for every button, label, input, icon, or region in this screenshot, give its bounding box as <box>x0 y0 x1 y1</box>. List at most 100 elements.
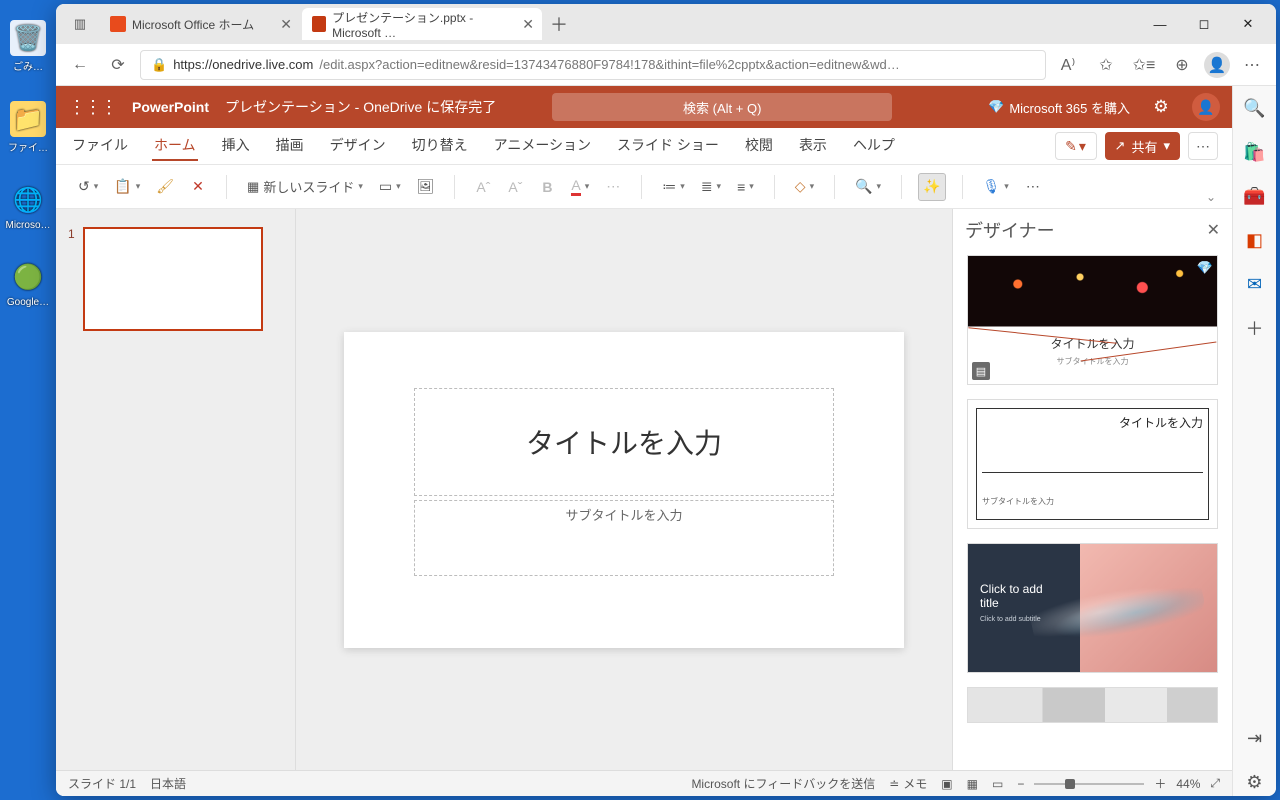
sidebar-tools-icon[interactable]: 🧰 <box>1241 182 1269 210</box>
zoom-level[interactable]: 44% <box>1176 777 1200 791</box>
tab-label: プレゼンテーション.pptx - Microsoft … <box>332 9 516 40</box>
desktop-icon-edge[interactable]: 🌐Microso… <box>7 182 49 231</box>
favorite-icon[interactable]: ✩ <box>1090 49 1122 81</box>
refresh-button[interactable]: ⟳ <box>102 49 134 81</box>
slide-canvas[interactable]: タイトルを入力 サブタイトルを入力 <box>296 209 952 770</box>
favorites-bar-icon[interactable]: ✩≡ <box>1128 49 1160 81</box>
normal-view-icon[interactable]: ▣ <box>941 777 952 791</box>
app-launcher-icon[interactable]: ⋮⋮⋮ <box>68 97 116 118</box>
sidebar-add-icon[interactable]: ＋ <box>1241 314 1269 342</box>
feedback-link[interactable]: Microsoft にフィードバックを送信 <box>691 775 875 792</box>
subtitle-placeholder[interactable]: サブタイトルを入力 <box>414 500 834 576</box>
slide[interactable]: タイトルを入力 サブタイトルを入力 <box>344 332 904 648</box>
desktop: 🗑️ごみ… 📁ファイ… 🌐Microso… 🟢Google… <box>0 0 56 800</box>
shapes-button[interactable]: ◇▾ <box>791 173 818 201</box>
back-button[interactable]: ← <box>64 49 96 81</box>
delete-button[interactable]: ✕ <box>186 173 210 201</box>
layout-button[interactable]: ▭▾ <box>375 173 405 201</box>
bold-button[interactable]: B <box>535 173 559 201</box>
close-designer-icon[interactable]: ✕ <box>1207 220 1220 240</box>
tab-slideshow[interactable]: スライド ショー <box>615 131 721 161</box>
read-aloud-icon[interactable]: A⁾ <box>1052 49 1084 81</box>
design-idea-2[interactable]: タイトルを入力 サブタイトルを入力 <box>967 399 1218 529</box>
slide-thumbnail-1[interactable] <box>83 227 263 331</box>
sidebar-shopping-icon[interactable]: 🛍️ <box>1241 138 1269 166</box>
sidebar-office-icon[interactable]: ◧ <box>1241 226 1269 254</box>
picture-button[interactable]: 🖼 <box>413 173 439 201</box>
share-button[interactable]: ↗ 共有 ▾ <box>1105 132 1180 160</box>
language-label[interactable]: 日本語 <box>150 775 186 792</box>
maximize-button[interactable]: ◻ <box>1182 8 1226 40</box>
search-field[interactable]: 検索 (Alt + Q) <box>552 93 892 121</box>
account-avatar[interactable]: 👤 <box>1192 93 1220 121</box>
numbering-button[interactable]: ≣▾ <box>697 173 725 201</box>
sidebar-settings-icon[interactable]: ⚙ <box>1241 768 1269 796</box>
url-field[interactable]: 🔒 https://onedrive.live.com/edit.aspx?ac… <box>140 50 1046 80</box>
design-idea-3[interactable]: 💎 Click to add title Click to add subtit… <box>967 543 1218 673</box>
paste-button[interactable]: 📋▾ <box>110 173 144 201</box>
notes-button[interactable]: ≐ メモ <box>889 775 927 792</box>
tab-actions-icon[interactable]: ▥ <box>62 10 98 38</box>
close-tab-icon[interactable]: ✕ <box>280 16 292 33</box>
collapse-ribbon-icon[interactable]: ⌄ <box>1206 190 1222 208</box>
design-idea-1[interactable]: 💎 タイトルを入力 サブタイトルを入力 ▤ <box>967 255 1218 385</box>
sorter-view-icon[interactable]: ▦ <box>967 777 978 791</box>
sidebar-collapse-icon[interactable]: ⇥ <box>1241 724 1269 752</box>
dictate-button[interactable]: 🎙▾ <box>979 173 1013 201</box>
zoom-control[interactable]: − ＋ 44% ⤢ <box>1017 775 1220 792</box>
close-tab-icon[interactable]: ✕ <box>522 16 534 33</box>
bullets-button[interactable]: ≔▾ <box>658 173 689 201</box>
tab-view[interactable]: 表示 <box>797 131 829 161</box>
font-more-button[interactable]: ⋯ <box>601 173 625 201</box>
align-button[interactable]: ≡▾ <box>733 173 758 201</box>
tab-presentation[interactable]: プレゼンテーション.pptx - Microsoft … ✕ <box>302 8 542 40</box>
tab-draw[interactable]: 描画 <box>274 131 306 161</box>
font-color-button[interactable]: A▾ <box>567 173 593 201</box>
sidebar-search-icon[interactable]: 🔍 <box>1241 94 1269 122</box>
format-painter-button[interactable]: 🖌 <box>152 173 178 201</box>
ribbon-tabs: ファイル ホーム 挿入 描画 デザイン 切り替え アニメーション スライド ショ… <box>56 128 1232 165</box>
tab-animations[interactable]: アニメーション <box>492 131 593 161</box>
collections-icon[interactable]: ⊕ <box>1166 49 1198 81</box>
desktop-icon-recycle[interactable]: 🗑️ごみ… <box>7 20 49 73</box>
toolbar-more-button[interactable]: ⋯ <box>1021 173 1045 201</box>
design-idea-4[interactable] <box>967 687 1218 723</box>
profile-avatar[interactable]: 👤 <box>1204 52 1230 78</box>
slide-count[interactable]: スライド 1/1 <box>68 775 136 792</box>
tab-transitions[interactable]: 切り替え <box>410 131 470 161</box>
tab-home[interactable]: ホーム <box>152 131 198 161</box>
new-tab-button[interactable]: ＋ <box>544 9 574 39</box>
address-bar: ← ⟳ 🔒 https://onedrive.live.com/edit.asp… <box>56 44 1276 86</box>
buy-m365-button[interactable]: 💎 Microsoft 365 を購入 <box>988 98 1130 117</box>
zoom-in-icon[interactable]: ＋ <box>1154 775 1166 792</box>
undo-button[interactable]: ↺▾ <box>74 173 102 201</box>
sidebar-outlook-icon[interactable]: ✉ <box>1241 270 1269 298</box>
new-slide-button[interactable]: ▦ 新しいスライド ▾ <box>243 173 367 201</box>
zoom-out-icon[interactable]: − <box>1017 777 1024 791</box>
desktop-icon-chrome[interactable]: 🟢Google… <box>7 259 49 308</box>
tab-insert[interactable]: 挿入 <box>220 131 252 161</box>
window-controls: — ◻ ✕ <box>1138 8 1270 40</box>
font-size-up-button[interactable]: Aˆ <box>471 173 495 201</box>
tab-file[interactable]: ファイル <box>70 131 130 161</box>
tab-office-home[interactable]: Microsoft Office ホーム ✕ <box>100 8 300 40</box>
editing-mode-button[interactable]: ✎▾ <box>1055 132 1097 160</box>
tab-help[interactable]: ヘルプ <box>851 131 897 161</box>
more-commands-button[interactable]: ⋯ <box>1188 132 1218 160</box>
find-button[interactable]: 🔍▾ <box>851 173 885 201</box>
document-name[interactable]: プレゼンテーション - OneDrive に保存完了 <box>225 97 496 117</box>
title-placeholder[interactable]: タイトルを入力 <box>414 388 834 496</box>
close-window-button[interactable]: ✕ <box>1226 8 1270 40</box>
ribbon-toolbar: ↺▾ 📋▾ 🖌 ✕ ▦ 新しいスライド ▾ ▭▾ 🖼 Aˆ Aˇ B A▾ ⋯ <box>56 165 1232 209</box>
tab-design[interactable]: デザイン <box>328 131 388 161</box>
zoom-slider[interactable] <box>1034 783 1144 785</box>
tab-review[interactable]: 校閲 <box>743 131 775 161</box>
settings-icon[interactable]: ⚙ <box>1146 92 1176 122</box>
browser-menu-icon[interactable]: ⋯ <box>1236 49 1268 81</box>
minimize-button[interactable]: — <box>1138 8 1182 40</box>
slideshow-view-icon[interactable]: ▭ <box>992 777 1003 791</box>
font-size-down-button[interactable]: Aˇ <box>503 173 527 201</box>
desktop-icon-files[interactable]: 📁ファイ… <box>7 101 49 154</box>
fit-to-window-icon[interactable]: ⤢ <box>1210 776 1220 791</box>
designer-button[interactable]: ✨ <box>918 173 945 201</box>
